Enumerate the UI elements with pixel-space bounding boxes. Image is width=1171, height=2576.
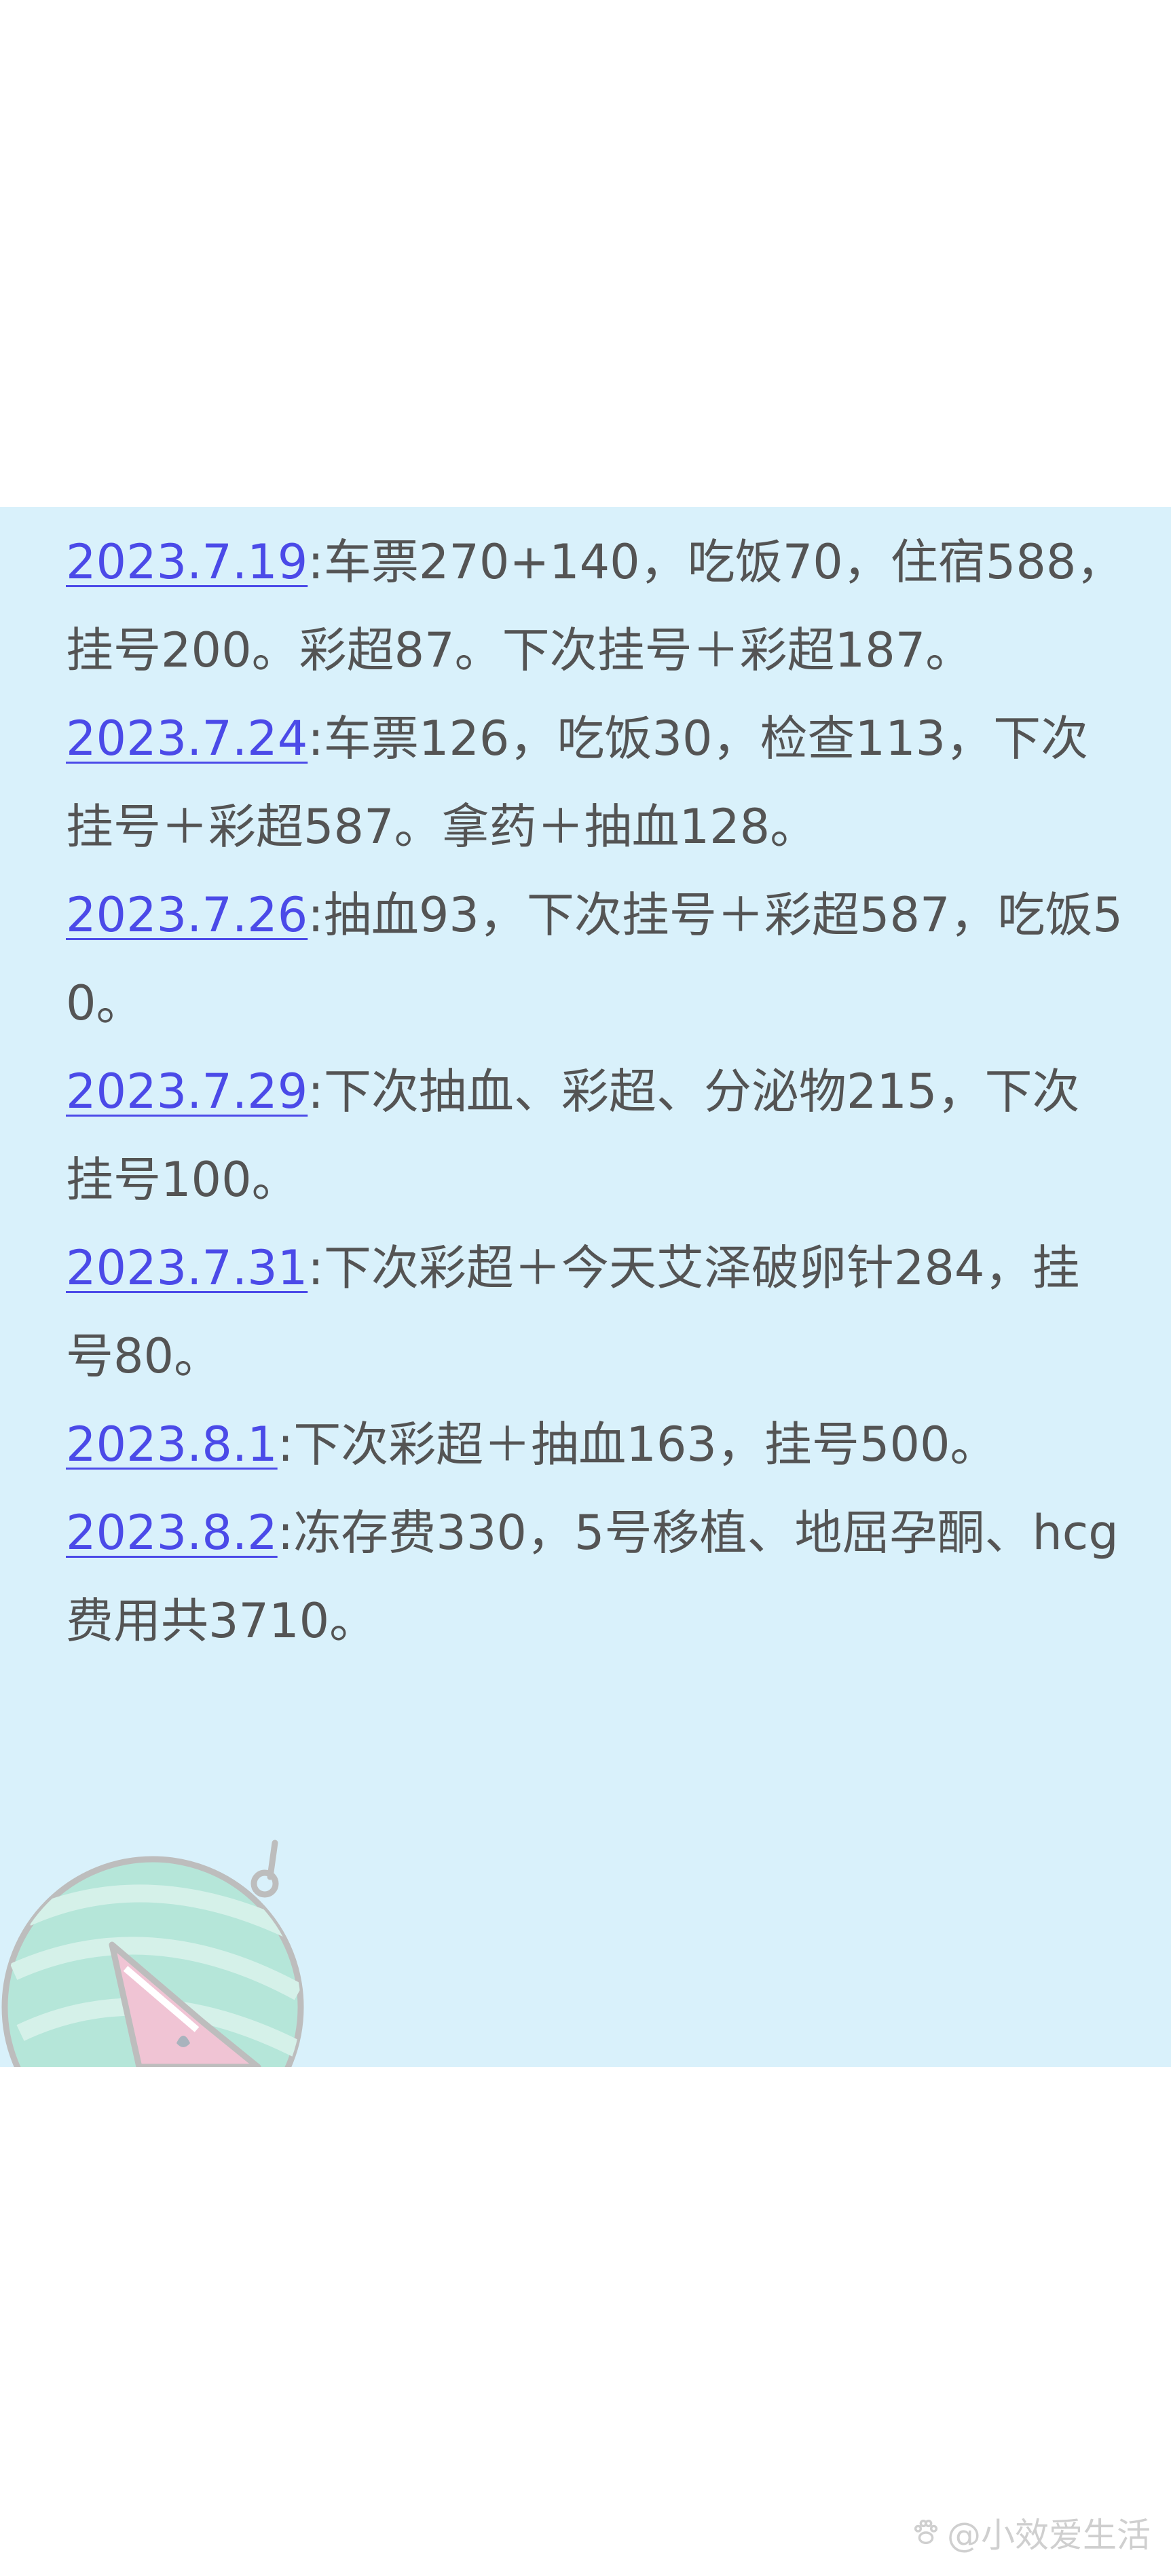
expense-entry: 2023.8.1:下次彩超＋抽血163，挂号500。	[66, 1400, 1125, 1489]
date-link[interactable]: 2023.7.26	[66, 887, 308, 943]
expense-entry: 2023.7.29:下次抽血、彩超、分泌物215，下次挂号100。	[66, 1047, 1125, 1224]
watermelon-icon	[1, 1840, 304, 2067]
date-link[interactable]: 2023.8.2	[66, 1505, 278, 1561]
paw-icon	[914, 2520, 938, 2545]
date-link[interactable]: 2023.7.24	[66, 711, 308, 766]
entry-text: :下次彩超＋抽血163，挂号500。	[277, 1417, 998, 1472]
notes-card: 2023.7.19:车票270+140，吃饭70，住宿588，挂号200。彩超8…	[0, 507, 1171, 2067]
date-link[interactable]: 2023.7.19	[66, 534, 308, 590]
expense-entry: 2023.7.24:车票126，吃饭30，检查113，下次挂号＋彩超587。拿药…	[66, 694, 1125, 871]
expense-entry: 2023.8.2:冻存费330，5号移植、地屈孕酮、hcg费用共3710。	[66, 1489, 1125, 1665]
expense-entry: 2023.7.19:车票270+140，吃饭70，住宿588，挂号200。彩超8…	[66, 518, 1125, 694]
expense-entry: 2023.7.26:抽血93，下次挂号＋彩超587，吃饭50。	[66, 871, 1125, 1047]
expense-entry: 2023.7.31:下次彩超＋今天艾泽破卵针284，挂号80。	[66, 1224, 1125, 1400]
expense-list: 2023.7.19:车票270+140，吃饭70，住宿588，挂号200。彩超8…	[66, 518, 1125, 1665]
date-link[interactable]: 2023.8.1	[66, 1417, 278, 1472]
watermark-text: @小效爱生活	[947, 2516, 1151, 2555]
date-link[interactable]: 2023.7.31	[66, 1240, 308, 1296]
date-link[interactable]: 2023.7.29	[66, 1064, 308, 1119]
watermark: @小效爱生活	[910, 2508, 1151, 2557]
